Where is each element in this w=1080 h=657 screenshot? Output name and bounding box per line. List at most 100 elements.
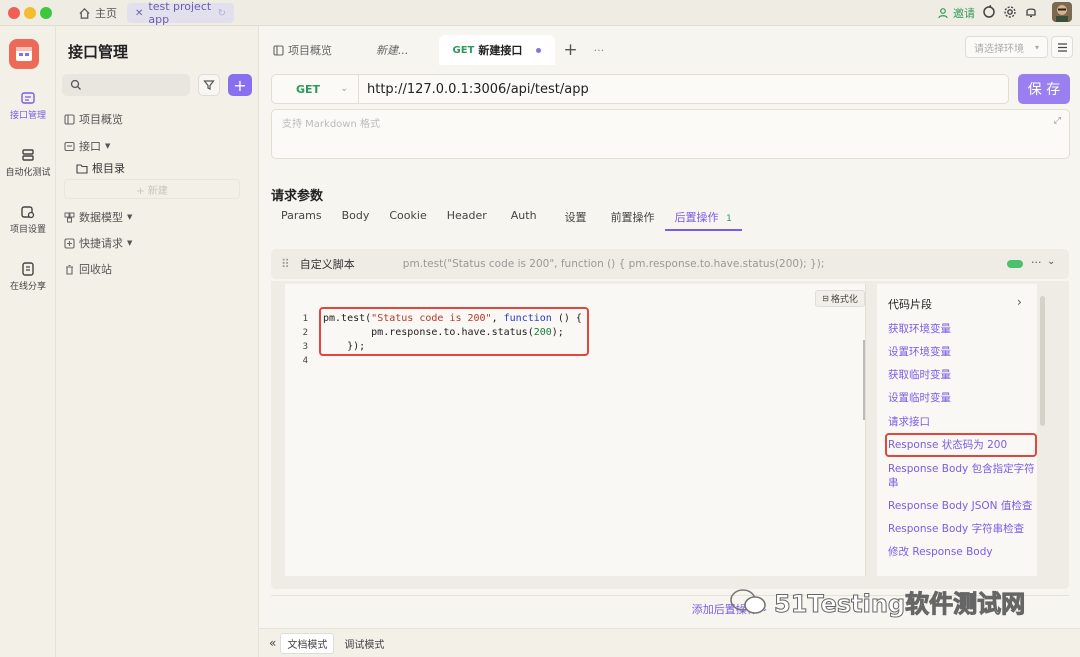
description-input[interactable]: 支持 Markdown 格式 ⤢: [271, 109, 1070, 159]
snippet-item[interactable]: 请求接口: [888, 415, 1036, 429]
line-number: 3: [302, 342, 308, 352]
save-label: 保 存: [1027, 82, 1061, 98]
caret-down-icon: ▼: [127, 239, 133, 247]
tab-auth[interactable]: Auth: [497, 205, 551, 231]
more-tabs-button[interactable]: ···: [586, 35, 613, 65]
close-tab-icon[interactable]: ✕: [135, 8, 143, 19]
url-input[interactable]: http://127.0.0.1:3006/api/test/app: [359, 74, 1009, 104]
url-value: http://127.0.0.1:3006/api/test/app: [367, 81, 589, 97]
method-select[interactable]: GET ⌄: [271, 74, 359, 104]
folder-icon: [76, 163, 88, 174]
home-tab[interactable]: 主页: [72, 3, 123, 23]
tab-label: 新建...: [376, 44, 409, 57]
params-title: 请求参数: [271, 189, 324, 204]
snippet-item[interactable]: Response Body 字符串检查: [888, 522, 1036, 536]
debug-mode-button[interactable]: 调试模式: [338, 634, 390, 653]
quick-request-icon: [64, 237, 75, 249]
snippet-item[interactable]: 获取临时变量: [888, 368, 1036, 382]
sidebar-item-quick-request[interactable]: 快捷请求 ▼: [64, 235, 132, 251]
snippets-scrollbar[interactable]: [1040, 296, 1045, 426]
home-label: 主页: [95, 7, 117, 20]
search-icon: [70, 79, 82, 91]
tab-overview[interactable]: 项目概览: [259, 35, 346, 65]
editor-scrollbar[interactable]: [863, 340, 865, 420]
tab-method: GET: [452, 44, 475, 56]
sidebar-item-overview[interactable]: 项目概览: [64, 111, 123, 127]
editor-divider: [865, 284, 866, 576]
rail-item-label: 在线分享: [9, 282, 46, 292]
plus-icon: +: [563, 40, 578, 60]
project-tab[interactable]: ✕ test project app ↻: [127, 0, 234, 26]
new-item-button[interactable]: + 新建: [64, 179, 240, 199]
doc-mode-button[interactable]: 文档模式: [280, 632, 335, 654]
drag-handle-icon[interactable]: ⠿: [281, 257, 290, 271]
share-icon: [21, 262, 35, 276]
sync-icon[interactable]: [982, 5, 998, 21]
search-input[interactable]: [62, 74, 190, 96]
collapse-icon[interactable]: «: [269, 636, 276, 650]
menu-button[interactable]: [1051, 36, 1073, 58]
rail-item-settings[interactable]: 项目设置: [0, 205, 56, 235]
bell-icon[interactable]: [1024, 5, 1040, 21]
tab-new[interactable]: 新建...: [346, 35, 439, 65]
sidebar-item-root[interactable]: 根目录: [76, 160, 125, 176]
rail-item-label: 接口管理: [9, 111, 46, 121]
more-icon[interactable]: ···: [1031, 256, 1042, 269]
settings-icon: [21, 205, 35, 219]
count-badge: 1: [726, 214, 732, 224]
expand-icon[interactable]: ⤢: [1054, 116, 1061, 126]
rail-item-api[interactable]: 接口管理: [0, 91, 56, 121]
automation-icon: [21, 148, 35, 162]
tab-header[interactable]: Header: [437, 205, 497, 231]
snippet-item[interactable]: 设置环境变量: [888, 345, 1036, 359]
tab-body[interactable]: Body: [332, 205, 380, 231]
enable-toggle[interactable]: [1007, 260, 1023, 268]
chevron-right-icon[interactable]: ›: [1017, 295, 1022, 309]
maximize-window-button[interactable]: [40, 7, 52, 19]
tab-pre-ops[interactable]: 前置操作: [601, 205, 665, 231]
menu-icon: [1057, 42, 1068, 52]
gear-icon[interactable]: [1003, 5, 1019, 21]
snippet-highlight-box: [885, 433, 1037, 457]
script-header[interactable]: ⠿ 自定义脚本 pm.test("Status code is 200", fu…: [271, 249, 1069, 279]
format-icon: ⊟: [822, 294, 829, 303]
minimize-window-button[interactable]: [24, 7, 36, 19]
tab-cookie[interactable]: Cookie: [379, 205, 436, 231]
save-button[interactable]: 保 存: [1018, 74, 1070, 104]
tab-post-ops[interactable]: 后置操作 1: [664, 205, 742, 231]
close-window-button[interactable]: [8, 7, 20, 19]
overview-icon: [64, 113, 75, 125]
snippet-item[interactable]: 获取环境变量: [888, 322, 1036, 336]
refresh-icon[interactable]: ↻: [218, 8, 226, 19]
plus-icon: +: [233, 75, 247, 95]
sidebar-item-data-model[interactable]: 数据模型 ▼: [64, 209, 132, 225]
filter-button[interactable]: [198, 74, 220, 96]
environment-select[interactable]: 请选择环境 ▾: [965, 36, 1048, 58]
add-button[interactable]: +: [228, 74, 252, 96]
snippet-item[interactable]: 修改 Response Body: [888, 545, 1036, 559]
invite-button[interactable]: 邀请: [938, 5, 975, 21]
chevron-down-icon[interactable]: ⌄: [1047, 256, 1055, 267]
description-placeholder: 支持 Markdown 格式: [282, 119, 380, 130]
format-label: 格式化: [830, 295, 858, 305]
sidebar-item-api[interactable]: 接口 ▼: [64, 138, 110, 154]
tab-settings[interactable]: 设置: [551, 205, 601, 231]
snippet-item[interactable]: Response Body 包含指定字符串: [888, 462, 1036, 490]
rail-item-automation[interactable]: 自动化测试: [0, 148, 56, 178]
new-tab-button[interactable]: +: [555, 35, 585, 65]
sidebar-item-trash[interactable]: 回收站: [64, 261, 112, 277]
params-tabs: Params Body Cookie Header Auth 设置 前置操作 后…: [271, 205, 742, 231]
tab-new-api[interactable]: GET 新建接口: [438, 35, 556, 65]
snippets-title: 代码片段: [888, 298, 932, 311]
format-button[interactable]: ⊟ 格式化: [815, 290, 865, 307]
snippet-item[interactable]: 设置临时变量: [888, 391, 1036, 405]
avatar[interactable]: [1052, 2, 1072, 22]
rail-item-share[interactable]: 在线分享: [0, 262, 56, 292]
snippet-item[interactable]: Response Body JSON 值检查: [888, 499, 1036, 513]
sidebar-item-label: 快捷请求: [79, 237, 123, 250]
data-model-icon: [64, 212, 75, 223]
invite-label: 邀请: [953, 7, 975, 20]
tab-params[interactable]: Params: [271, 205, 332, 231]
project-tab-label: test project app: [148, 0, 212, 26]
sidebar-item-label: 项目概览: [79, 113, 123, 126]
